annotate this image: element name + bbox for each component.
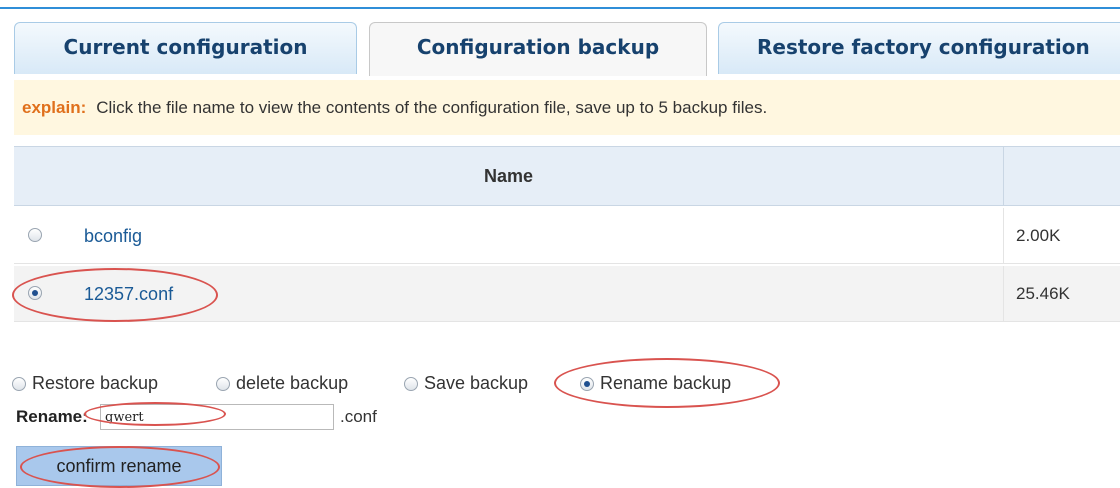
explain-label: explain: [22, 98, 87, 117]
explain-banner: explain: Click the file name to view the … [14, 80, 1120, 135]
tab-current-configuration[interactable]: Current configuration [14, 22, 357, 74]
table-row: bconfig 2.00K [14, 208, 1120, 264]
file-link-12357[interactable]: 12357.conf [84, 266, 173, 322]
radio-delete-backup[interactable] [216, 377, 230, 391]
name-cell: 12357.conf [14, 266, 1004, 321]
rename-suffix: .conf [340, 407, 377, 426]
option-label: delete backup [236, 373, 349, 393]
option-label: Save backup [424, 373, 529, 393]
tab-restore-factory-configuration[interactable]: Restore factory configuration [718, 22, 1120, 74]
backup-options: Restore backup delete backup Save backup… [0, 372, 1120, 396]
radio-save-backup[interactable] [404, 377, 418, 391]
table-row: 12357.conf 25.46K [14, 266, 1120, 322]
tab-configuration-backup[interactable]: Configuration backup [369, 22, 707, 76]
file-link-bconfig[interactable]: bconfig [84, 208, 142, 264]
option-restore-backup[interactable]: Restore backup [12, 372, 158, 394]
option-save-backup[interactable]: Save backup [404, 372, 528, 394]
table-header: Name [14, 146, 1120, 206]
option-delete-backup[interactable]: delete backup [216, 372, 348, 394]
option-label: Rename backup [600, 373, 732, 393]
radio-restore-backup[interactable] [12, 377, 26, 391]
row-radio-bconfig[interactable] [28, 228, 42, 242]
radio-rename-backup[interactable] [580, 377, 594, 391]
option-label: Restore backup [32, 373, 159, 393]
top-accent-line [0, 0, 1120, 9]
rename-input[interactable] [100, 404, 334, 430]
name-cell: bconfig [14, 208, 1004, 263]
confirm-rename-button[interactable]: confirm rename [16, 446, 222, 486]
option-rename-backup[interactable]: Rename backup [580, 372, 731, 394]
explain-text: Click the file name to view the contents… [96, 98, 768, 117]
column-header-name: Name [14, 147, 1004, 205]
size-cell: 2.00K [1016, 226, 1061, 245]
size-cell: 25.46K [1016, 284, 1070, 303]
row-radio-12357[interactable] [28, 286, 42, 300]
rename-label: Rename: [16, 407, 88, 426]
